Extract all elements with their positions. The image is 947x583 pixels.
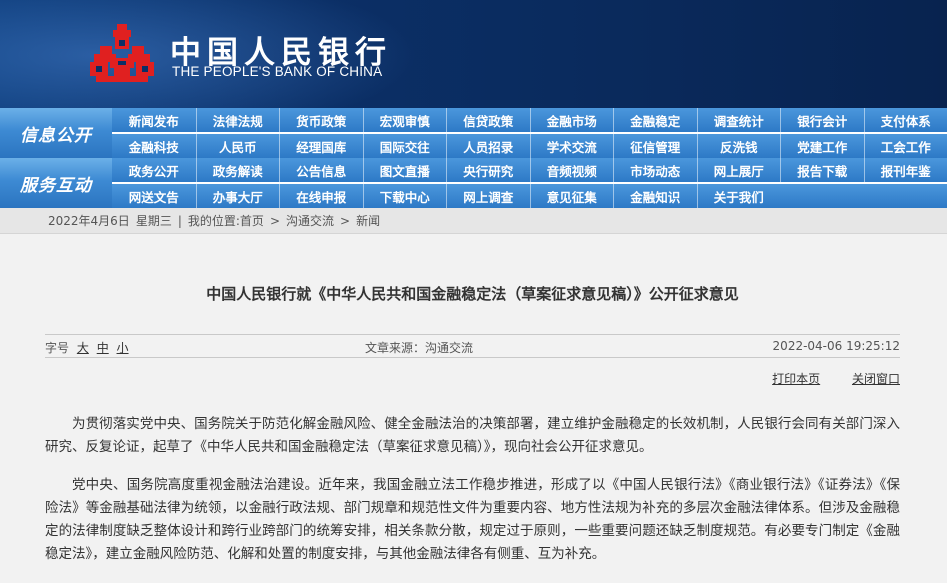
nav-item-row1-4[interactable]: 信贷政策 xyxy=(446,108,530,132)
nav-item-row3-8[interactable]: 报告下载 xyxy=(780,158,864,182)
current-weekday: 星期三 xyxy=(135,214,172,228)
nav-item-row2-5[interactable]: 学术交流 xyxy=(529,134,614,158)
breadcrumb-home-link[interactable]: 首页 xyxy=(240,212,264,229)
nav-row-4: 网送文告 办事大厅 在线申报 下载中心 网上调查 意见征集 金融知识 关于我们 xyxy=(112,184,947,208)
nav-section-info-disclosure[interactable]: 信息公开 xyxy=(0,108,112,158)
breadcrumb-current-link[interactable]: 新闻 xyxy=(356,212,380,229)
nav-item-row3-6[interactable]: 市场动态 xyxy=(613,158,697,182)
nav-item-row4-4[interactable]: 网上调查 xyxy=(446,184,530,208)
article-title: 中国人民银行就《中华人民共和国金融稳定法（草案征求意见稿）》公开征求意见 xyxy=(206,285,739,303)
nav-item-row3-0[interactable]: 政务公开 xyxy=(112,158,196,182)
nav-item-row1-8[interactable]: 银行会计 xyxy=(780,108,864,132)
nav-item-row4-7[interactable]: 关于我们 xyxy=(696,184,781,208)
nav-item-row3-7[interactable]: 网上展厅 xyxy=(696,158,781,182)
nav-item-row3-3[interactable]: 图文直播 xyxy=(362,158,447,182)
nav-item-row1-5[interactable]: 金融市场 xyxy=(529,108,614,132)
font-small-link[interactable]: 小 xyxy=(117,341,129,355)
font-size-label: 字号 xyxy=(45,341,70,355)
article-source: 文章来源：沟通交流 xyxy=(365,341,474,355)
breadcrumb: 2022年4月6日 星期三 | 我的位置: 首页 > 沟通交流 > 新闻 xyxy=(0,208,947,234)
close-window-link[interactable]: 关闭窗口 xyxy=(852,372,900,386)
nav-section-service-interaction[interactable]: 服务互动 xyxy=(0,158,112,208)
nav-item-row1-3[interactable]: 宏观审慎 xyxy=(362,108,447,132)
brand-english-name: THE PEOPLE'S BANK OF CHINA xyxy=(172,64,383,79)
nav-item-row1-0[interactable]: 新闻发布 xyxy=(112,108,196,132)
nav-item-row3-9[interactable]: 报刊年鉴 xyxy=(863,158,947,182)
nav-item-row2-8[interactable]: 党建工作 xyxy=(780,134,864,158)
nav-item-row4-3[interactable]: 下载中心 xyxy=(362,184,447,208)
nav-item-row3-5[interactable]: 音频视频 xyxy=(529,158,614,182)
breadcrumb-section-link[interactable]: 沟通交流 xyxy=(286,212,334,229)
breadcrumb-arrow: > xyxy=(269,213,280,228)
nav-item-row3-1[interactable]: 政务解读 xyxy=(195,158,280,182)
breadcrumb-arrow: > xyxy=(340,213,351,228)
nav-item-row4-0[interactable]: 网送文告 xyxy=(112,184,196,208)
nav-item-row3-2[interactable]: 公告信息 xyxy=(279,158,363,182)
nav-item-row4-2[interactable]: 在线申报 xyxy=(279,184,363,208)
nav-item-row2-3[interactable]: 国际交往 xyxy=(362,134,447,158)
nav-band-service: 服务互动 政务公开 政务解读 公告信息 图文直播 央行研究 音频视频 市场动态 网上展厅 报告下… xyxy=(0,158,947,208)
article-paragraph: 为贯彻落实党中央、国务院关于防范化解金融风险、健全金融法治的决策部署，建立维护金… xyxy=(45,416,900,455)
nav-item-row2-1[interactable]: 人民币 xyxy=(195,134,280,158)
font-size-selector: 字号 大 中 小 xyxy=(45,339,129,356)
nav-item-row4-5[interactable]: 意见征集 xyxy=(529,184,614,208)
nav-item-row1-7[interactable]: 调查统计 xyxy=(696,108,781,132)
article-datetime: 2022-04-06 19:25:12 xyxy=(772,339,900,353)
nav-rows-service: 政务公开 政务解读 公告信息 图文直播 央行研究 音频视频 市场动态 网上展厅 报告下载 报刊年鉴… xyxy=(112,158,947,208)
nav-row-1: 新闻发布 法律法规 货币政策 宏观审慎 信贷政策 金融市场 金融稳定 调查统计 银行会计 支付体系 xyxy=(112,108,947,132)
nav-item-row2-4[interactable]: 人员招录 xyxy=(446,134,530,158)
location-label: 我的位置: xyxy=(187,214,240,228)
nav-band-info: 信息公开 新闻发布 法律法规 货币政策 宏观审慎 信贷政策 金融市场 金融稳定 调查统计 银行会… xyxy=(0,108,947,158)
nav-item-row1-2[interactable]: 货币政策 xyxy=(279,108,363,132)
article-tools: 打印本页 关闭窗口 xyxy=(45,370,900,387)
main-navigation: 信息公开 新闻发布 法律法规 货币政策 宏观审慎 信贷政策 金融市场 金融稳定 调查统计 银行会… xyxy=(0,108,947,208)
pboc-logo-icon[interactable] xyxy=(86,22,158,86)
nav-item-row4-6[interactable]: 金融知识 xyxy=(613,184,697,208)
nav-item-row1-6[interactable]: 金融稳定 xyxy=(613,108,697,132)
nav-item-row2-7[interactable]: 反洗钱 xyxy=(696,134,781,158)
article-paragraph: 党中央、国务院高度重视金融法治建设。近年来，我国金融立法工作稳步推进，形成了以《… xyxy=(45,477,900,562)
nav-item-row1-9[interactable]: 支付体系 xyxy=(863,108,947,132)
nav-item-row2-0[interactable]: 金融科技 xyxy=(112,134,196,158)
nav-item-row3-4[interactable]: 央行研究 xyxy=(446,158,530,182)
nav-row-2: 金融科技 人民币 经理国库 国际交往 人员招录 学术交流 征信管理 反洗钱 党建工作 工会工作 xyxy=(112,134,947,158)
site-header: 中国人民银行 THE PEOPLE'S BANK OF CHINA xyxy=(0,0,947,108)
current-date: 2022年4月6日 xyxy=(48,214,130,228)
breadcrumb-separator: | xyxy=(177,213,182,228)
nav-item-row2-6[interactable]: 征信管理 xyxy=(613,134,697,158)
nav-item-row4-1[interactable]: 办事大厅 xyxy=(195,184,280,208)
nav-item-row2-2[interactable]: 经理国库 xyxy=(279,134,363,158)
font-large-link[interactable]: 大 xyxy=(77,341,89,355)
nav-item-row1-1[interactable]: 法律法规 xyxy=(195,108,280,132)
article: 中国人民银行就《中华人民共和国金融稳定法（草案征求意见稿）》公开征求意见 字号 … xyxy=(45,234,900,566)
nav-item-row2-9[interactable]: 工会工作 xyxy=(863,134,947,158)
nav-row-3: 政务公开 政务解读 公告信息 图文直播 央行研究 音频视频 市场动态 网上展厅 报告下载 报刊年鉴 xyxy=(112,158,947,182)
print-page-link[interactable]: 打印本页 xyxy=(772,372,820,386)
font-medium-link[interactable]: 中 xyxy=(97,341,109,355)
nav-rows-info: 新闻发布 法律法规 货币政策 宏观审慎 信贷政策 金融市场 金融稳定 调查统计 银行会计 支付体系… xyxy=(112,108,947,158)
article-meta-bar: 字号 大 中 小 文章来源：沟通交流 2022-04-06 19:25:12 xyxy=(45,334,900,358)
